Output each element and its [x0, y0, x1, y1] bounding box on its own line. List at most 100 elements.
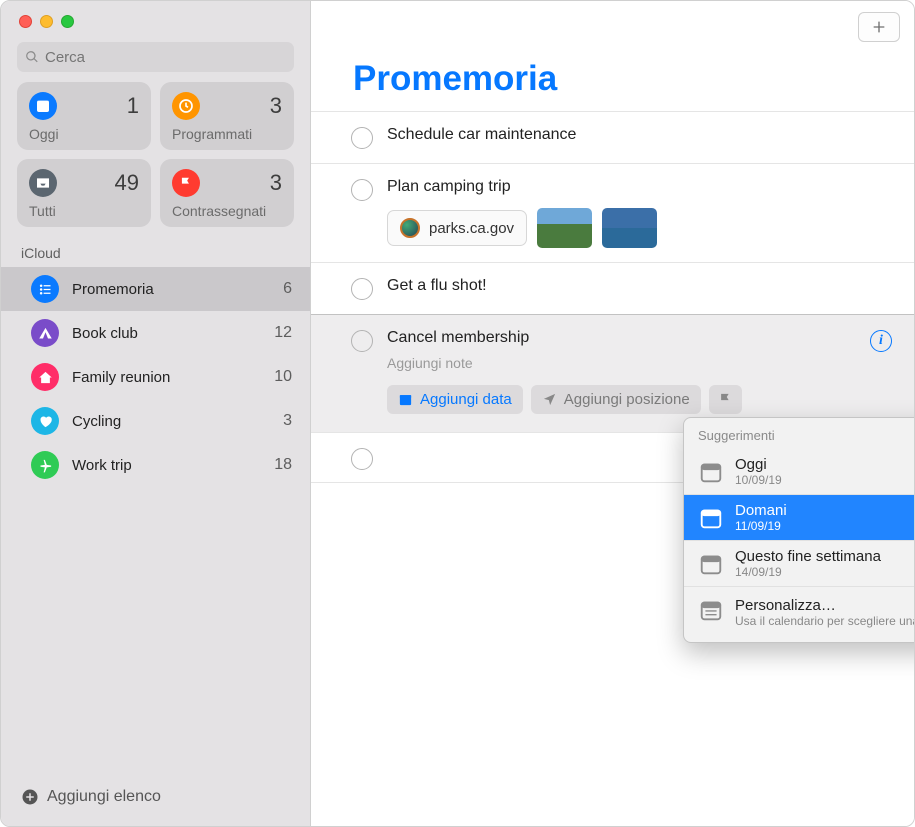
reminder-attachments: parks.ca.gov [387, 208, 892, 248]
search-input[interactable] [45, 49, 286, 66]
reminder-title: Plan camping trip [387, 178, 892, 196]
list-name: Promemoria [72, 281, 270, 298]
clock-icon [172, 92, 200, 120]
suggestion-date: 11/09/19 [735, 519, 787, 533]
list-name: Family reunion [72, 369, 261, 386]
list-name: Work trip [72, 457, 261, 474]
calendar-icon [698, 597, 724, 623]
fullscreen-window-button[interactable] [61, 15, 74, 28]
complete-checkbox[interactable] [351, 278, 373, 300]
suggestion-weekend[interactable]: Questo fine settimana 14/09/19 [684, 541, 915, 587]
reminder-title[interactable]: Cancel membership [387, 329, 856, 347]
add-date-chip[interactable]: Aggiungi data [387, 385, 523, 414]
complete-checkbox[interactable] [351, 127, 373, 149]
smart-count: 3 [270, 170, 282, 196]
sidebar-section-title: iCloud [1, 235, 310, 267]
smart-list-all[interactable]: 49 Tutti [17, 159, 151, 227]
list-item-book-club[interactable]: Book club 12 [1, 311, 310, 355]
suggestion-date: 14/09/19 [735, 565, 881, 579]
smart-count: 3 [270, 93, 282, 119]
list-count: 12 [274, 324, 292, 342]
list-title: Promemoria [311, 53, 914, 111]
quick-action-chips: Aggiungi data Aggiungi posizione [387, 385, 856, 414]
reminder-title: Get a flu shot! [387, 277, 892, 295]
info-button[interactable]: i [870, 330, 892, 352]
reminder-notes-input[interactable]: Aggiungi note [387, 355, 856, 371]
suggestion-description: Usa il calendario per scegliere una data [735, 614, 915, 630]
image-attachment[interactable] [602, 208, 657, 248]
calendar-icon [698, 551, 724, 577]
close-window-button[interactable] [19, 15, 32, 28]
smart-list-today[interactable]: 1 Oggi [17, 82, 151, 150]
chip-label: Aggiungi data [420, 391, 512, 408]
reminder-row-editing[interactable]: Cancel membership Aggiungi note Aggiungi… [311, 314, 914, 432]
inbox-icon [29, 169, 57, 197]
list-name: Cycling [72, 413, 270, 430]
main-toolbar [311, 1, 914, 53]
list-name: Book club [72, 325, 261, 342]
list-count: 6 [283, 280, 292, 298]
minimize-window-button[interactable] [40, 15, 53, 28]
suggestion-today[interactable]: Oggi 10/09/19 [684, 449, 915, 495]
list-bullet-icon [31, 275, 59, 303]
main-panel: Promemoria Schedule car maintenance Plan… [311, 1, 914, 826]
smart-count: 49 [115, 170, 139, 196]
complete-checkbox[interactable] [351, 179, 373, 201]
complete-checkbox[interactable] [351, 330, 373, 352]
reminders-window: 1 Oggi 3 Programmati 49 [0, 0, 915, 827]
suggestion-label: Personalizza… [735, 597, 915, 614]
favicon-icon [400, 218, 420, 238]
suggestion-label: Domani [735, 502, 787, 519]
date-suggestions-popover: Suggerimenti Oggi 10/09/19 Domani 11/09/… [683, 417, 915, 643]
location-arrow-icon [542, 392, 557, 407]
list-count: 3 [283, 412, 292, 430]
calendar-icon [398, 392, 413, 407]
smart-lists-grid: 1 Oggi 3 Programmati 49 [1, 82, 310, 235]
plus-icon [871, 19, 887, 35]
smart-list-flagged[interactable]: 3 Contrassegnati [160, 159, 294, 227]
list-item-family-reunion[interactable]: Family reunion 10 [1, 355, 310, 399]
flag-chip[interactable] [709, 385, 742, 414]
image-attachment[interactable] [537, 208, 592, 248]
popover-title: Suggerimenti [684, 418, 915, 449]
suggestion-date: 10/09/19 [735, 473, 782, 487]
add-list-label: Aggiungi elenco [47, 788, 161, 806]
flag-icon [172, 169, 200, 197]
flag-icon [718, 392, 733, 407]
plus-circle-icon [21, 788, 39, 806]
smart-label: Tutti [29, 203, 139, 219]
list-item-work-trip[interactable]: Work trip 18 [1, 443, 310, 487]
house-icon [31, 363, 59, 391]
search-field[interactable] [17, 42, 294, 72]
suggestion-custom[interactable]: Personalizza… Usa il calendario per sceg… [684, 587, 915, 642]
suggestion-label: Questo fine settimana [735, 548, 881, 565]
window-controls [1, 1, 310, 34]
suggestion-tomorrow[interactable]: Domani 11/09/19 [684, 495, 915, 541]
list-item-cycling[interactable]: Cycling 3 [1, 399, 310, 443]
suggestion-label: Oggi [735, 456, 782, 473]
link-text: parks.ca.gov [429, 220, 514, 237]
calendar-today-icon [29, 92, 57, 120]
reminder-row[interactable]: Get a flu shot! [311, 262, 914, 314]
heart-icon [31, 407, 59, 435]
add-location-chip[interactable]: Aggiungi posizione [531, 385, 701, 414]
smart-list-scheduled[interactable]: 3 Programmati [160, 82, 294, 150]
add-reminder-button[interactable] [858, 12, 900, 42]
calendar-icon [698, 459, 724, 485]
complete-checkbox[interactable] [351, 448, 373, 470]
smart-label: Contrassegnati [172, 203, 282, 219]
list-count: 10 [274, 368, 292, 386]
smart-label: Programmati [172, 126, 282, 142]
reminder-title: Schedule car maintenance [387, 126, 892, 144]
tent-icon [31, 319, 59, 347]
add-list-button[interactable]: Aggiungi elenco [1, 774, 310, 826]
list-count: 18 [274, 456, 292, 474]
smart-label: Oggi [29, 126, 139, 142]
reminder-row[interactable]: Plan camping trip parks.ca.gov [311, 163, 914, 262]
smart-count: 1 [127, 93, 139, 119]
plane-icon [31, 451, 59, 479]
calendar-icon [698, 505, 724, 531]
reminder-row[interactable]: Schedule car maintenance [311, 111, 914, 163]
list-item-promemoria[interactable]: Promemoria 6 [1, 267, 310, 311]
link-attachment[interactable]: parks.ca.gov [387, 210, 527, 246]
